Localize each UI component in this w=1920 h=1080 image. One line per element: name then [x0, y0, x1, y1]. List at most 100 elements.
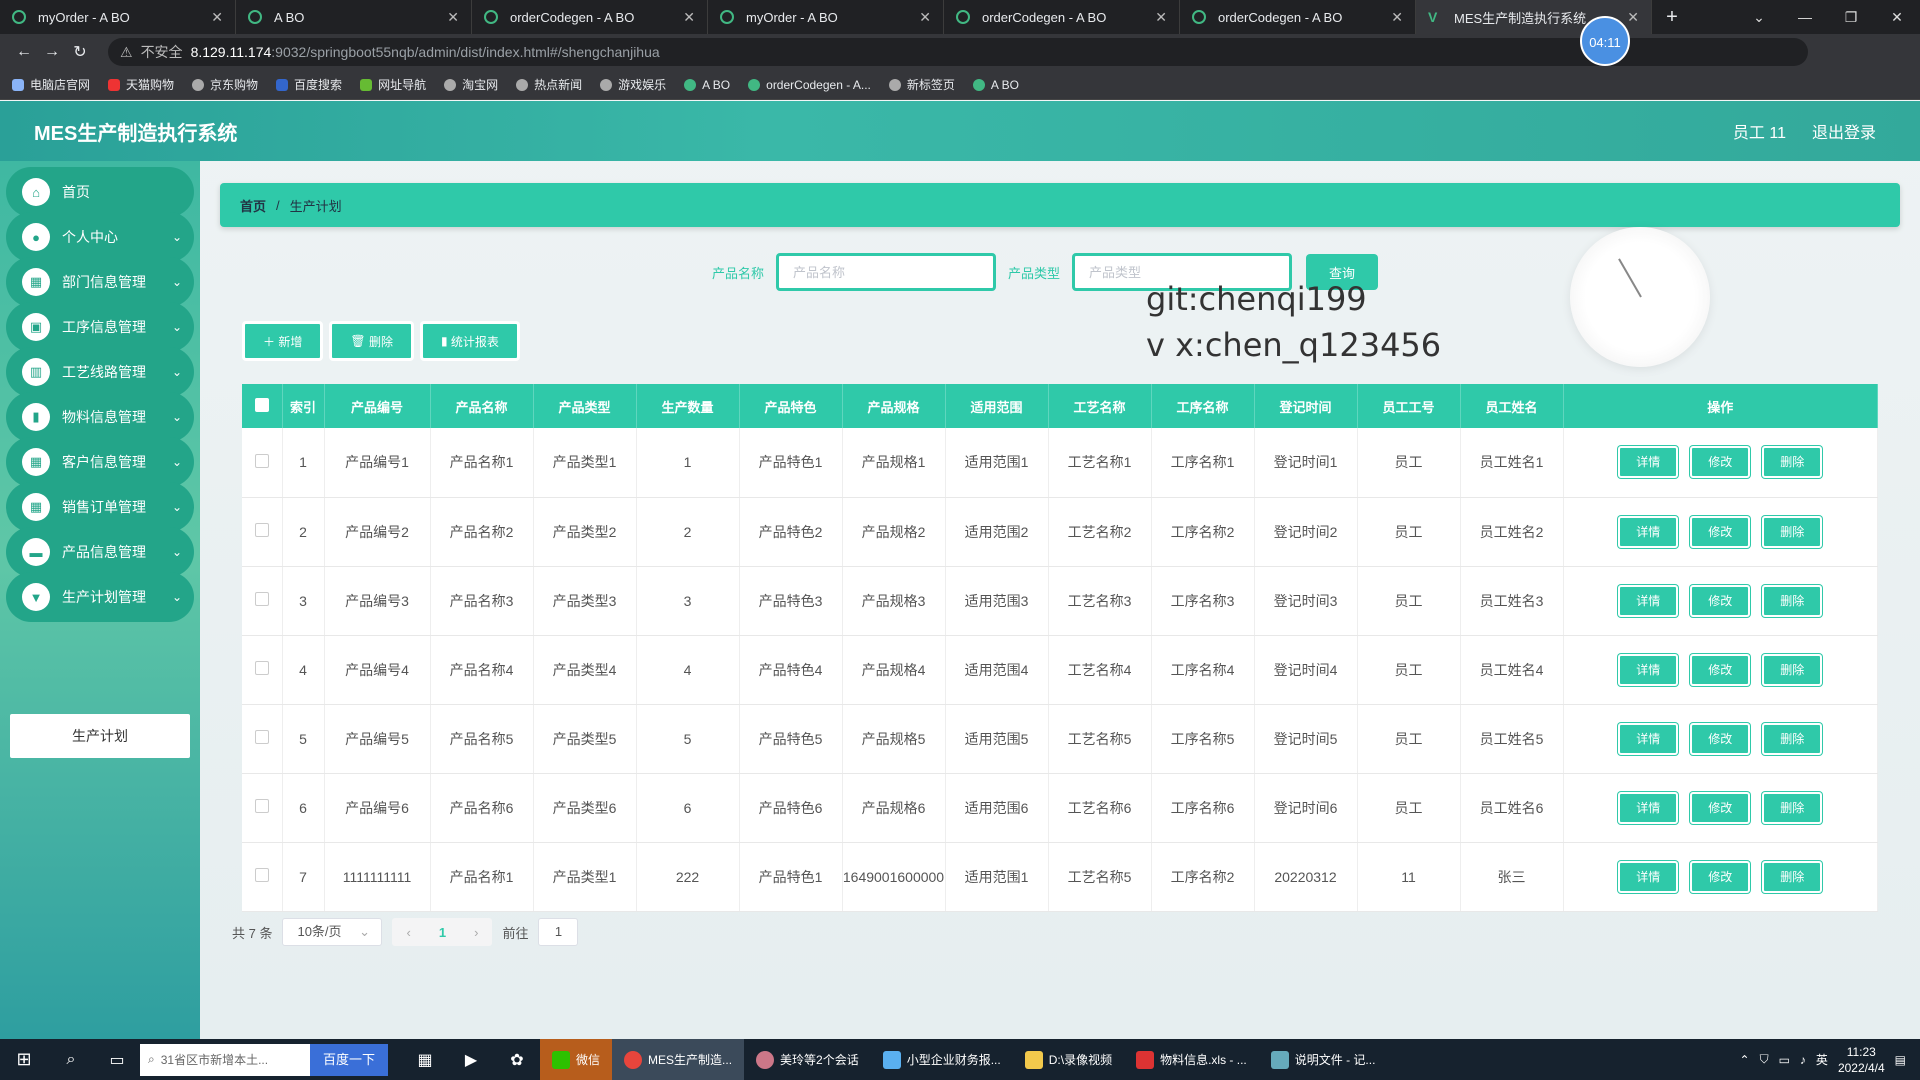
product-name-input[interactable] — [776, 253, 997, 291]
detail-button[interactable]: 详情 — [1618, 515, 1679, 548]
sidebar-item-material[interactable]: ▮ 物料信息管理 ⌄ — [6, 392, 194, 442]
tray-icon[interactable]: ⌃ — [1740, 1053, 1750, 1067]
shield-icon[interactable]: ⛉ — [1760, 1052, 1769, 1067]
bookmark-item[interactable]: 热点新闻 — [516, 76, 582, 93]
row-checkbox[interactable] — [254, 868, 269, 882]
baidu-search-button[interactable]: 百度一下 — [310, 1043, 388, 1076]
close-window-icon[interactable]: ✕ — [1874, 0, 1920, 34]
store-icon[interactable]: ▦ — [402, 1050, 448, 1070]
sidebar-item-department[interactable]: ▦ 部门信息管理 ⌄ — [6, 257, 194, 307]
edit-button[interactable]: 修改 — [1690, 446, 1751, 479]
network-icon[interactable]: ▭ — [1779, 1053, 1790, 1067]
next-page-icon[interactable]: › — [474, 925, 478, 940]
row-delete-button[interactable]: 删除 — [1762, 860, 1823, 893]
row-delete-button[interactable]: 删除 — [1762, 722, 1823, 755]
detail-button[interactable]: 详情 — [1618, 584, 1679, 617]
bookmark-item[interactable]: 百度搜索 — [276, 76, 342, 93]
edit-button[interactable]: 修改 — [1690, 515, 1751, 548]
row-delete-button[interactable]: 删除 — [1762, 515, 1823, 548]
bookmark-item[interactable]: orderCodegen - A... — [748, 78, 871, 92]
detail-button[interactable]: 详情 — [1618, 860, 1679, 893]
row-delete-button[interactable]: 删除 — [1762, 791, 1823, 824]
sidebar-item-profile[interactable]: ● 个人中心 ⌄ — [6, 212, 194, 262]
browser-tab[interactable]: A BO ✕ — [236, 0, 472, 34]
bookmark-item[interactable]: 京东购物 — [192, 76, 258, 93]
goto-page-input[interactable]: 1 — [538, 918, 579, 946]
row-checkbox[interactable] — [254, 661, 269, 675]
row-delete-button[interactable]: 删除 — [1762, 653, 1823, 686]
detail-button[interactable]: 详情 — [1618, 722, 1679, 755]
taskbar-app-chat[interactable]: 美玲等2个会话 — [744, 1039, 871, 1080]
logout-button[interactable]: 退出登录 — [1812, 119, 1876, 143]
taskbar-app-folder[interactable]: D:\录像视频 — [1013, 1039, 1124, 1080]
detail-button[interactable]: 详情 — [1618, 791, 1679, 824]
bookmark-item[interactable]: 游戏娱乐 — [600, 76, 666, 93]
close-icon[interactable]: ✕ — [447, 9, 459, 26]
taskbar-app-notepad[interactable]: 说明文件 - 记... — [1259, 1039, 1388, 1080]
restore-icon[interactable]: ❐ — [1828, 0, 1874, 34]
url-field[interactable]: ⚠ 不安全 8.129.11.174 :9032/springboot55nqb… — [108, 38, 1808, 66]
search-icon[interactable]: ⌕ — [48, 1051, 94, 1069]
taskbar-search-input[interactable]: ⌕ 31省区市新增本土... — [140, 1043, 310, 1076]
sidebar-item-production-plan[interactable]: ▼ 生产计划管理 ⌄ — [6, 572, 194, 622]
bookmark-item[interactable]: 新标签页 — [888, 76, 955, 93]
close-icon[interactable]: ✕ — [1627, 9, 1639, 26]
add-button[interactable]: ＋ 新增 — [242, 321, 324, 361]
detail-button[interactable]: 详情 — [1618, 446, 1679, 479]
page-size-select[interactable]: 10条/页 ⌄ — [282, 918, 383, 946]
close-icon[interactable]: ✕ — [211, 9, 223, 26]
row-checkbox[interactable] — [254, 592, 269, 606]
forward-icon[interactable]: → — [38, 43, 66, 61]
browser-tab[interactable]: orderCodegen - A BO ✕ — [472, 0, 708, 34]
bookmark-item[interactable]: A BO — [972, 78, 1019, 92]
taskbar-app-chrome[interactable]: MES生产制造... — [612, 1039, 745, 1080]
detail-button[interactable]: 详情 — [1618, 653, 1679, 686]
close-icon[interactable]: ✕ — [1155, 9, 1167, 26]
windows-start-icon[interactable]: ⊞ — [0, 1049, 48, 1070]
browser-tab[interactable]: myOrder - A BO ✕ — [0, 0, 236, 34]
tab-search-icon[interactable]: ⌄ — [1736, 0, 1782, 34]
taskbar-app-finance[interactable]: 小型企业财务报... — [871, 1039, 1013, 1080]
close-icon[interactable]: ✕ — [1391, 9, 1403, 26]
app-icon[interactable]: ✿ — [494, 1050, 540, 1070]
row-checkbox[interactable] — [254, 730, 269, 744]
sidebar-item-sales-order[interactable]: ▦ 销售订单管理 ⌄ — [6, 482, 194, 532]
delete-button[interactable]: 🗑 删除 — [329, 321, 414, 361]
sidebar-item-route[interactable]: ▥ 工艺线路管理 ⌄ — [6, 347, 194, 397]
browser-tab[interactable]: myOrder - A BO ✕ — [708, 0, 944, 34]
edit-button[interactable]: 修改 — [1690, 791, 1751, 824]
select-all-checkbox[interactable] — [254, 397, 269, 412]
ime-indicator[interactable]: 英 — [1816, 1051, 1828, 1068]
bookmark-item[interactable]: 淘宝网 — [444, 76, 498, 93]
browser-tab[interactable]: orderCodegen - A BO ✕ — [1180, 0, 1416, 34]
reload-icon[interactable]: ↻ — [66, 42, 94, 62]
minimize-icon[interactable]: — — [1782, 0, 1828, 34]
sidebar-item-home[interactable]: ⌂ 首页 — [6, 167, 194, 217]
prev-page-icon[interactable]: ‹ — [406, 925, 410, 940]
bookmark-item[interactable]: A BO — [684, 78, 730, 92]
breadcrumb-home[interactable]: 首页 — [240, 196, 266, 215]
taskbar-app-wechat[interactable]: 微信 — [540, 1039, 613, 1080]
edit-button[interactable]: 修改 — [1690, 653, 1751, 686]
sidebar-item-product[interactable]: ▬ 产品信息管理 ⌄ — [6, 527, 194, 577]
volume-icon[interactable]: ♪ — [1800, 1053, 1806, 1067]
sidebar-item-customer[interactable]: ▦ 客户信息管理 ⌄ — [6, 437, 194, 487]
notification-icon[interactable]: ▤ — [1895, 1053, 1906, 1067]
current-page[interactable]: 1 — [439, 925, 446, 940]
row-checkbox[interactable] — [254, 453, 269, 468]
taskbar-app-wps[interactable]: 物料信息.xls - ... — [1124, 1039, 1259, 1080]
row-checkbox[interactable] — [254, 799, 269, 813]
media-player-icon[interactable]: ▶ — [448, 1050, 494, 1070]
edit-button[interactable]: 修改 — [1690, 722, 1751, 755]
new-tab-button[interactable]: + — [1652, 0, 1692, 34]
bookmark-item[interactable]: 电脑店官网 — [12, 76, 90, 93]
clock[interactable]: 11:23 2022/4/4 — [1838, 1044, 1885, 1076]
bookmark-item[interactable]: 天猫购物 — [108, 76, 174, 93]
sidebar-item-process[interactable]: ▣ 工序信息管理 ⌄ — [6, 302, 194, 352]
task-view-icon[interactable]: ▭ — [94, 1050, 140, 1070]
back-icon[interactable]: ← — [10, 43, 38, 61]
edit-button[interactable]: 修改 — [1690, 860, 1751, 893]
stats-report-button[interactable]: ▮ 统计报表 — [419, 321, 520, 361]
close-icon[interactable]: ✕ — [683, 9, 695, 26]
sidebar-subitem-production-plan[interactable]: 生产计划 — [10, 714, 190, 758]
